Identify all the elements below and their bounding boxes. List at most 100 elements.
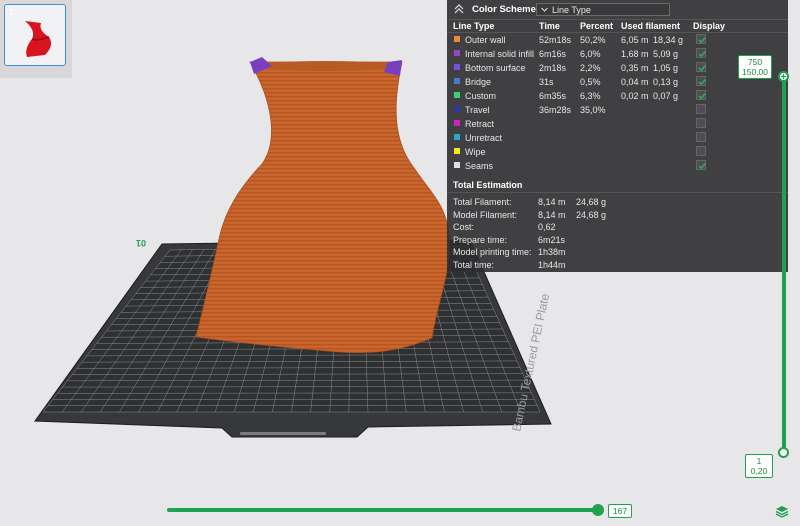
color-swatch bbox=[454, 50, 460, 56]
checkmark-icon bbox=[698, 93, 706, 100]
estimation-length: 8,14 m bbox=[538, 197, 566, 207]
row-time: 6m35s bbox=[539, 91, 567, 101]
row-name: Outer wall bbox=[465, 35, 506, 45]
estimation-row: Prepare time: 6m21s bbox=[447, 233, 788, 246]
layer-bottom-label: 1 0,20 bbox=[745, 454, 773, 478]
collapse-chevron-icon[interactable] bbox=[454, 3, 464, 15]
row-name: Seams bbox=[465, 161, 494, 171]
row-weight: 1,05 g bbox=[653, 63, 679, 73]
color-swatch bbox=[454, 120, 460, 126]
estimation-label: Model printing time: bbox=[453, 247, 532, 258]
estimation-length: 6m21s bbox=[538, 234, 566, 245]
display-checkbox[interactable] bbox=[696, 34, 706, 44]
line-type-row: Bridge 31s 0,5% 0,04 m 0,13 g bbox=[447, 75, 788, 89]
display-checkbox[interactable] bbox=[696, 104, 706, 114]
row-time: 36m28s bbox=[539, 105, 572, 115]
line-type-row: Outer wall 52m18s 50,2% 6,05 m 18,34 g bbox=[447, 33, 788, 47]
row-percent: 6,3% bbox=[580, 91, 601, 101]
color-swatch bbox=[454, 134, 460, 140]
color-scheme-panel: Color Scheme Line Type Line Type Time Pe… bbox=[447, 0, 788, 272]
move-slider-handle[interactable] bbox=[592, 504, 604, 516]
display-checkbox[interactable] bbox=[696, 146, 706, 156]
top-layer-height: 150,00 bbox=[742, 67, 768, 77]
row-percent: 0,5% bbox=[580, 77, 601, 87]
color-swatch bbox=[454, 92, 460, 98]
line-type-row: Bottom surface 2m18s 2,2% 0,35 m 1,05 g bbox=[447, 61, 788, 75]
layer-top-handle[interactable] bbox=[778, 71, 789, 82]
color-swatch bbox=[454, 36, 460, 42]
estimation-length: 1h38m bbox=[538, 247, 566, 258]
color-scheme-title: Color Scheme bbox=[472, 4, 536, 15]
display-checkbox[interactable] bbox=[696, 62, 706, 72]
chevron-down-icon bbox=[541, 7, 548, 12]
row-length: 1,68 m bbox=[621, 49, 649, 59]
top-layer-number: 750 bbox=[747, 57, 763, 67]
estimation-row: Cost: 0,62 bbox=[447, 220, 788, 233]
row-weight: 18,34 g bbox=[653, 35, 684, 45]
row-length: 0,02 m bbox=[621, 91, 649, 101]
column-used-filament: Used filament bbox=[621, 21, 681, 31]
layer-bottom-handle[interactable] bbox=[778, 447, 789, 458]
row-percent: 6,0% bbox=[580, 49, 601, 59]
estimation-row: Total Filament: 8,14 m 24,68 g bbox=[447, 195, 788, 208]
estimation-label: Cost: bbox=[453, 222, 475, 233]
vase-model[interactable] bbox=[195, 57, 450, 354]
display-checkbox[interactable] bbox=[696, 76, 706, 86]
line-type-row: Unretract bbox=[447, 131, 788, 145]
row-percent: 2,2% bbox=[580, 63, 601, 73]
line-type-row: Internal solid infill 6m16s 6,0% 1,68 m 5,09… bbox=[447, 47, 788, 61]
checkmark-icon bbox=[698, 163, 706, 170]
estimation-label: Total Filament: bbox=[453, 197, 512, 207]
display-checkbox[interactable] bbox=[696, 132, 706, 142]
line-type-row: Seams bbox=[447, 159, 788, 173]
plate-thumbnail-panel: 1 bbox=[0, 0, 72, 78]
color-swatch bbox=[454, 64, 460, 70]
color-swatch bbox=[454, 148, 460, 154]
estimation-length: 1h44m bbox=[538, 260, 566, 270]
row-time: 52m18s bbox=[539, 35, 572, 45]
estimation-label: Model Filament: bbox=[453, 209, 518, 220]
display-checkbox[interactable] bbox=[696, 118, 706, 128]
display-checkbox[interactable] bbox=[696, 48, 706, 58]
layer-slider-track[interactable] bbox=[782, 76, 786, 452]
line-type-row: Travel 36m28s 35,0% bbox=[447, 103, 788, 117]
plus-icon bbox=[781, 74, 786, 79]
row-weight: 0,07 g bbox=[653, 91, 679, 101]
column-percent: Percent bbox=[580, 21, 614, 31]
estimation-weight: 24,68 g bbox=[576, 209, 607, 220]
layers-icon[interactable] bbox=[775, 504, 789, 518]
model-thumbnail-icon bbox=[25, 21, 52, 57]
row-name: Travel bbox=[465, 105, 490, 115]
row-length: 6,05 m bbox=[621, 35, 649, 45]
bottom-layer-number: 1 bbox=[756, 456, 762, 466]
estimation-row: Model printing time: 1h38m bbox=[447, 245, 788, 258]
column-display: Display bbox=[693, 21, 726, 31]
row-length: 0,35 m bbox=[621, 63, 649, 73]
row-name: Internal solid infill bbox=[465, 49, 535, 59]
display-checkbox[interactable] bbox=[696, 160, 706, 170]
plate-thumbnail[interactable]: 1 bbox=[4, 4, 66, 66]
total-estimation-title: Total Estimation bbox=[453, 180, 523, 190]
checkmark-icon bbox=[698, 79, 706, 86]
checkmark-icon bbox=[698, 37, 706, 44]
color-scheme-value: Line Type bbox=[552, 5, 591, 15]
line-type-row: Custom 6m35s 6,3% 0,02 m 0,07 g bbox=[447, 89, 788, 103]
bottom-layer-height: 0,20 bbox=[750, 466, 768, 476]
row-name: Retract bbox=[465, 119, 495, 129]
row-time: 31s bbox=[539, 77, 554, 87]
color-scheme-select[interactable]: Line Type bbox=[536, 3, 670, 16]
row-length: 0,04 m bbox=[621, 77, 649, 87]
row-name: Unretract bbox=[465, 133, 503, 143]
move-slider-track[interactable] bbox=[167, 508, 599, 512]
color-swatch bbox=[454, 106, 460, 112]
row-percent: 50,2% bbox=[580, 35, 606, 45]
estimation-divider bbox=[447, 192, 788, 193]
row-time: 2m18s bbox=[539, 63, 567, 73]
display-checkbox[interactable] bbox=[696, 90, 706, 100]
estimation-length: 0,62 bbox=[538, 222, 556, 233]
estimation-row: Total time: 1h44m bbox=[447, 258, 788, 271]
panel-header: Color Scheme Line Type bbox=[447, 0, 788, 20]
layer-top-label: 750 150,00 bbox=[738, 55, 772, 79]
row-name: Bottom surface bbox=[465, 63, 526, 73]
row-time: 6m16s bbox=[539, 49, 567, 59]
